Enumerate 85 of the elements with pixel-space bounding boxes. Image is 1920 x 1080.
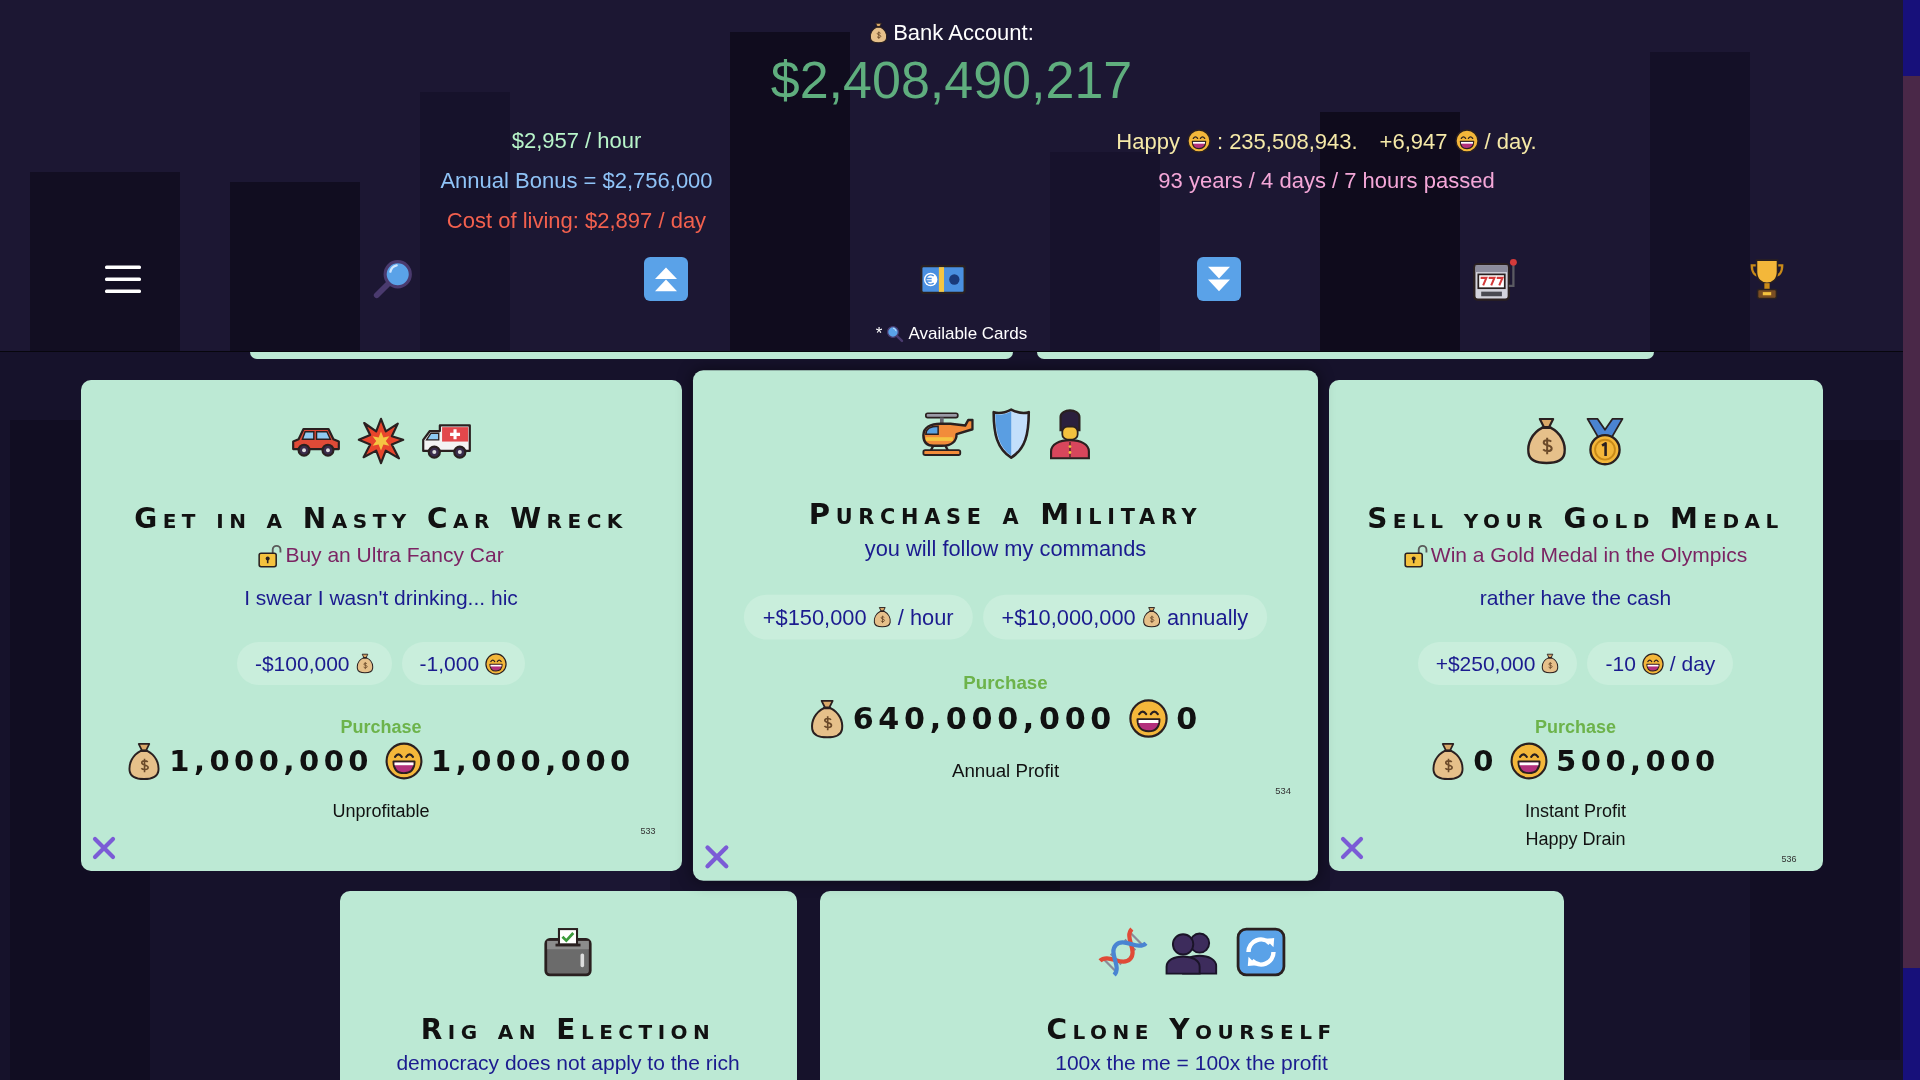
money-bag-icon <box>1431 741 1466 781</box>
effect-unit: / hour <box>897 603 954 631</box>
card-tagline: I swear I wasn't drinking... hic <box>244 585 518 611</box>
grinning-face-icon <box>1510 742 1549 780</box>
guard-icon <box>1048 407 1091 460</box>
refresh-icon <box>1235 927 1286 977</box>
money-bag-icon <box>1541 653 1560 674</box>
money-bag-icon <box>869 22 889 44</box>
happiness-price: 0 <box>1175 699 1202 739</box>
happiness-price: 1,000,000 <box>431 743 635 780</box>
scrollbar-thumb[interactable] <box>1903 76 1920 968</box>
card-note: Instant Profit <box>1524 800 1627 823</box>
effect-unit: annually <box>1166 603 1248 632</box>
grinning-face-icon <box>1641 652 1664 675</box>
card-note: Happy Drain <box>1525 828 1626 851</box>
money-bag-icon <box>127 741 162 781</box>
close-icon[interactable] <box>1339 836 1364 860</box>
slot-machine-icon[interactable] <box>1471 256 1518 302</box>
annual-bonus: Annual Bonus = $2,756,000 <box>440 167 713 195</box>
effect-unit: / day <box>1669 650 1716 677</box>
explosion-icon <box>356 417 405 465</box>
purchase-label: Purchase <box>1534 716 1616 739</box>
card-title: Purchase a Military <box>808 497 1202 533</box>
hourly-income: $2,957 / hour <box>511 127 642 155</box>
card-number: 536 <box>1781 853 1797 865</box>
cost-of-living: Cost of living: $2,897 / day <box>446 207 707 235</box>
grinning-face-icon <box>385 742 423 780</box>
card-note: Annual Profit <box>951 759 1059 783</box>
trophy-icon[interactable] <box>1748 258 1786 300</box>
view-prefix: * <box>875 323 883 345</box>
menu-icon[interactable] <box>105 263 141 295</box>
ambulance-icon <box>420 422 472 460</box>
purchase-label: Purchase <box>962 671 1048 696</box>
unlock-requirement: Buy an Ultra Fancy Car <box>285 542 504 568</box>
happiness-rate: +6,947 <box>1379 127 1448 156</box>
card-tagline: rather have the cash <box>1479 585 1672 611</box>
happiness-total: : 235,508,943. <box>1216 127 1358 156</box>
effect-amount: -$100,000 <box>254 650 350 677</box>
card-tagline: you will follow my commands <box>864 535 1146 563</box>
search-icon[interactable] <box>371 258 414 300</box>
close-icon[interactable] <box>703 844 729 870</box>
helicopter-icon <box>919 410 974 457</box>
card-title: Clone Yourself <box>1046 1013 1337 1047</box>
grinning-face-icon <box>485 652 508 675</box>
money-bag-icon <box>808 698 844 739</box>
bank-account-label: Bank Account: <box>893 20 1034 46</box>
money-bag-icon <box>355 653 374 674</box>
bank-balance: $2,408,490,217 <box>770 50 1133 110</box>
padlock-icon <box>258 542 283 568</box>
shield-icon <box>989 407 1032 460</box>
money-bag-icon <box>872 606 892 629</box>
grinning-face-icon <box>1186 129 1211 153</box>
effect-amount: -1,000 <box>419 650 480 677</box>
time-passed: 93 years / 4 days / 7 hours passed <box>1158 167 1495 195</box>
ballot-box-icon <box>543 927 593 977</box>
card-note: Unprofitable <box>332 800 430 823</box>
grinning-face-icon <box>1127 698 1168 739</box>
grinning-face-icon <box>1454 129 1479 153</box>
happiness-label: Happy <box>1116 127 1180 156</box>
happiness-rate-unit: / day. <box>1484 127 1537 156</box>
medal-icon <box>1584 416 1626 466</box>
effect-amount: +$250,000 <box>1435 650 1536 677</box>
money-price: 1,000,000 <box>169 743 373 780</box>
effect-amount: -10 <box>1605 650 1636 677</box>
card-title: Sell your Gold Medal <box>1367 502 1784 536</box>
money-price: 640,000,000 <box>852 699 1116 739</box>
unlock-requirement: Win a Gold Medal in the Olympics <box>1430 542 1748 568</box>
card-tagline: 100x the me = 100x the profit <box>1055 1050 1328 1076</box>
effect-amount: +$10,000,000 <box>1001 603 1136 631</box>
money-bag-icon <box>1525 417 1568 465</box>
card-tagline: democracy does not apply to the rich <box>396 1050 740 1076</box>
money-price: 0 <box>1473 743 1499 780</box>
padlock-icon <box>1403 542 1428 568</box>
purchase-label: Purchase <box>340 716 422 739</box>
dna-icon <box>1097 927 1148 977</box>
card-number: 534 <box>1274 785 1291 798</box>
close-icon[interactable] <box>91 836 116 860</box>
effect-amount: +$150,000 <box>762 603 867 631</box>
money-bag-icon <box>1141 606 1161 629</box>
search-icon <box>886 325 905 343</box>
card-title: Rig an Election <box>420 1013 716 1047</box>
card-title: Get in a Nasty Car Wreck <box>134 502 628 536</box>
happiness-price: 500,000 <box>1556 743 1720 780</box>
card-number: 533 <box>640 825 656 837</box>
view-title: Available Cards <box>908 323 1028 345</box>
